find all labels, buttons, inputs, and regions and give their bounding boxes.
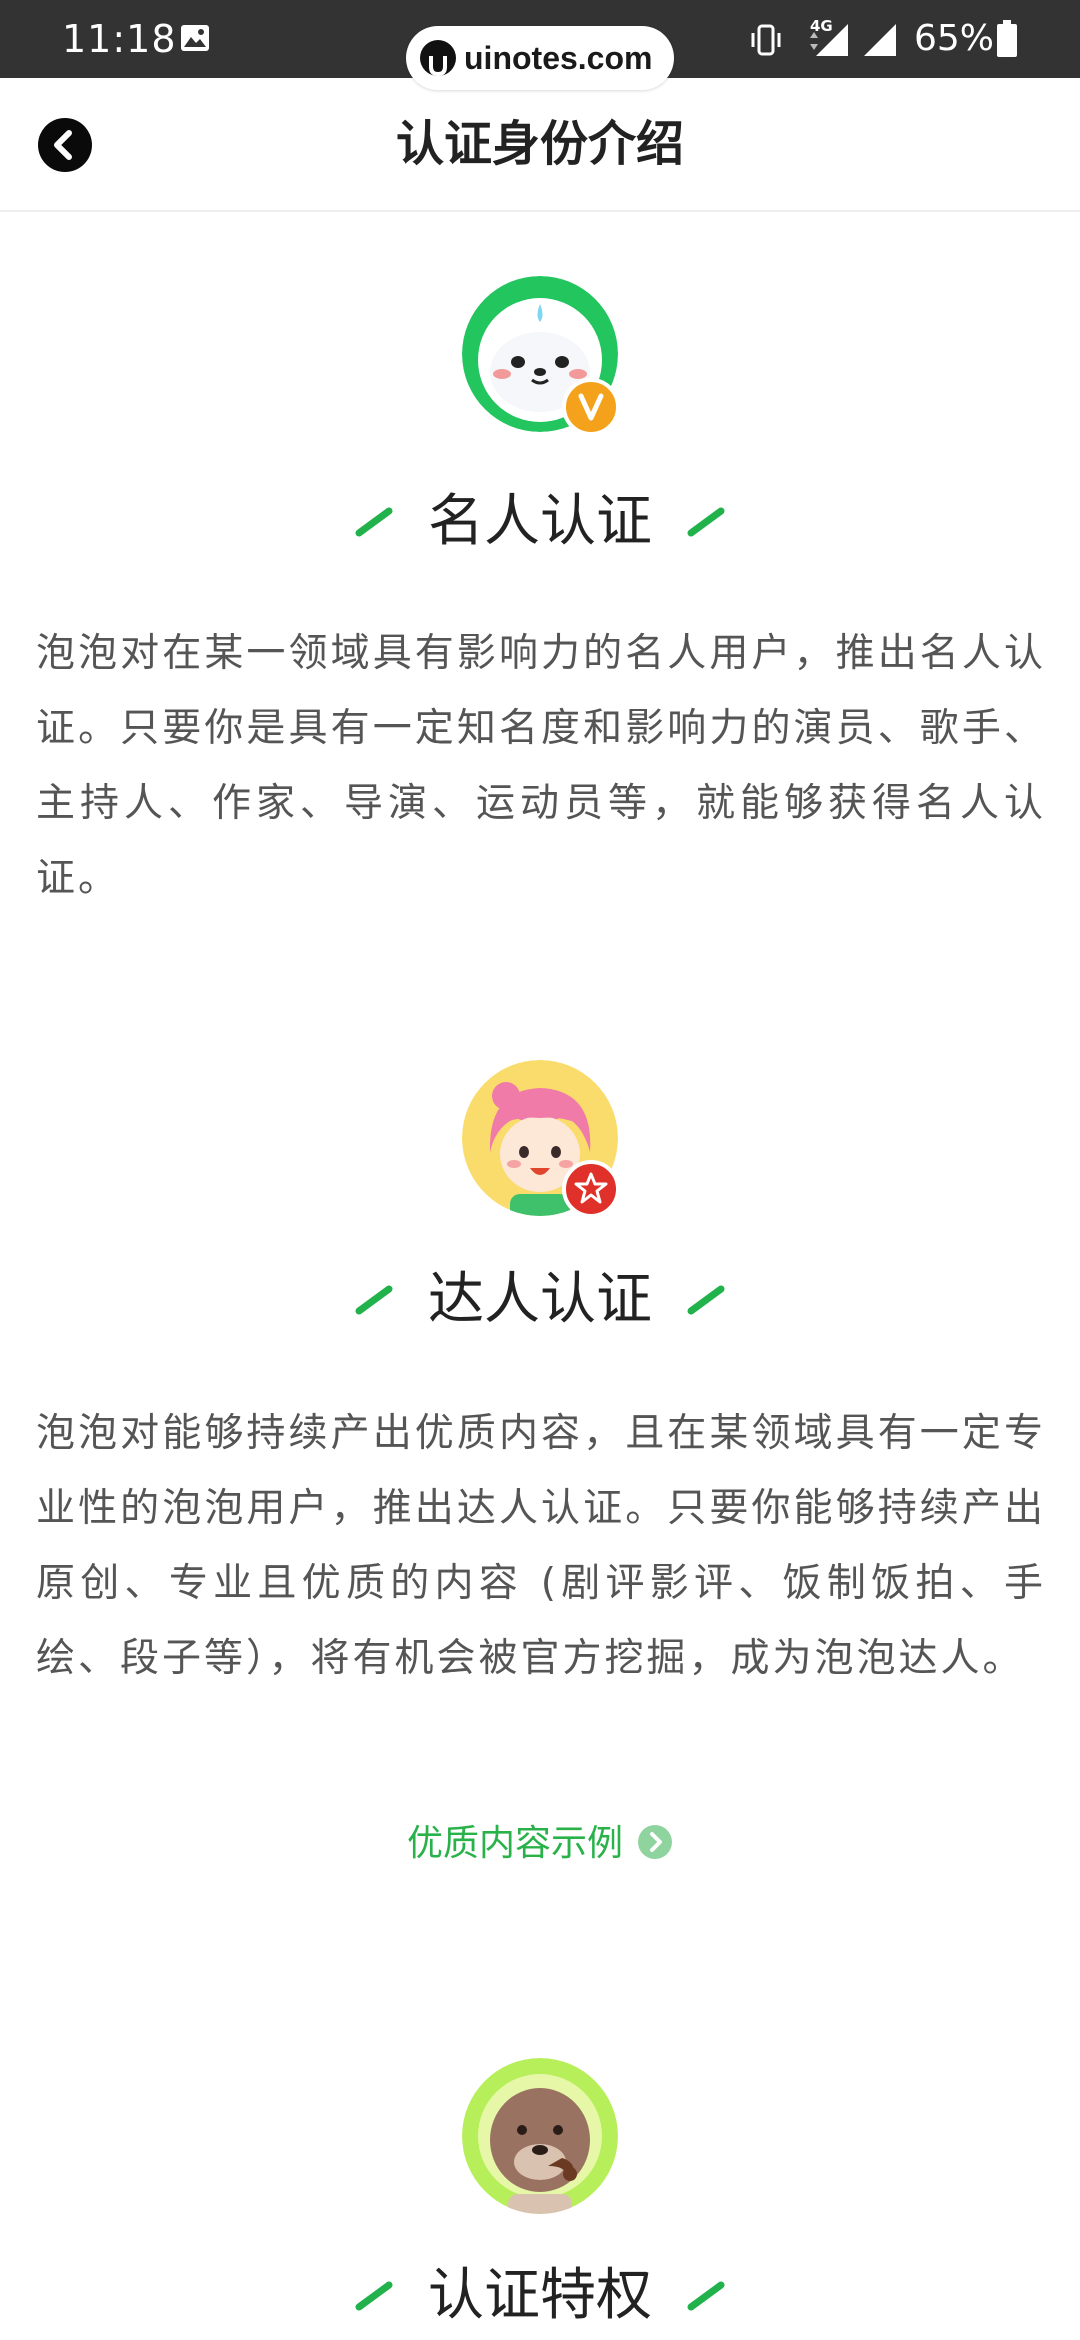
green-stroke-icon bbox=[355, 1285, 393, 1315]
green-stroke-icon bbox=[687, 2281, 725, 2311]
status-time: 11:18 bbox=[62, 17, 177, 61]
vibrate-icon bbox=[751, 24, 781, 56]
page-title: 认证身份介绍 bbox=[395, 116, 684, 172]
privilege-avatar bbox=[462, 2058, 618, 2214]
uinotes-logo-icon bbox=[420, 40, 456, 77]
section-title: 名人认证 bbox=[428, 489, 652, 554]
section-description: 泡泡对能够持续产出优质内容，且在某领域具有一定专业性的泡泡用户，推出达人认证。只… bbox=[36, 1411, 1046, 1681]
image-notification-icon bbox=[181, 25, 209, 51]
chevron-right-circle-icon bbox=[638, 1825, 672, 1859]
otter-pipe-icon bbox=[462, 2058, 618, 2214]
green-stroke-icon bbox=[687, 1285, 725, 1315]
green-stroke-icon bbox=[355, 2281, 393, 2311]
section-heading-expert: 达人认证 bbox=[0, 1260, 1080, 1340]
wifi-signal-icon bbox=[864, 24, 896, 56]
star-badge-icon bbox=[562, 1160, 620, 1218]
cellular-signal-icon bbox=[810, 24, 848, 56]
section-heading-privilege: 认证特权 bbox=[0, 2256, 1080, 2336]
quality-content-example-link[interactable]: 优质内容示例 bbox=[0, 1814, 1080, 1874]
battery-icon bbox=[997, 20, 1017, 57]
section-description: 泡泡对在某一领域具有影响力的名人用户，推出名人认证。只要你是具有一定知名度和影响… bbox=[36, 631, 1046, 901]
example-link-label: 优质内容示例 bbox=[406, 1823, 623, 1864]
green-stroke-icon bbox=[355, 507, 393, 537]
battery-percentage: 65% bbox=[914, 18, 995, 59]
section-title: 达人认证 bbox=[428, 1267, 652, 1332]
watermark-text: uinotes.com bbox=[464, 40, 653, 76]
green-stroke-icon bbox=[687, 507, 725, 537]
section-title: 认证特权 bbox=[428, 2263, 652, 2328]
v-badge-icon bbox=[562, 378, 620, 436]
watermark-badge: uinotes.com bbox=[406, 26, 674, 90]
section-heading-celebrity: 名人认证 bbox=[0, 482, 1080, 562]
nav-bar: 认证身份介绍 bbox=[0, 78, 1080, 212]
